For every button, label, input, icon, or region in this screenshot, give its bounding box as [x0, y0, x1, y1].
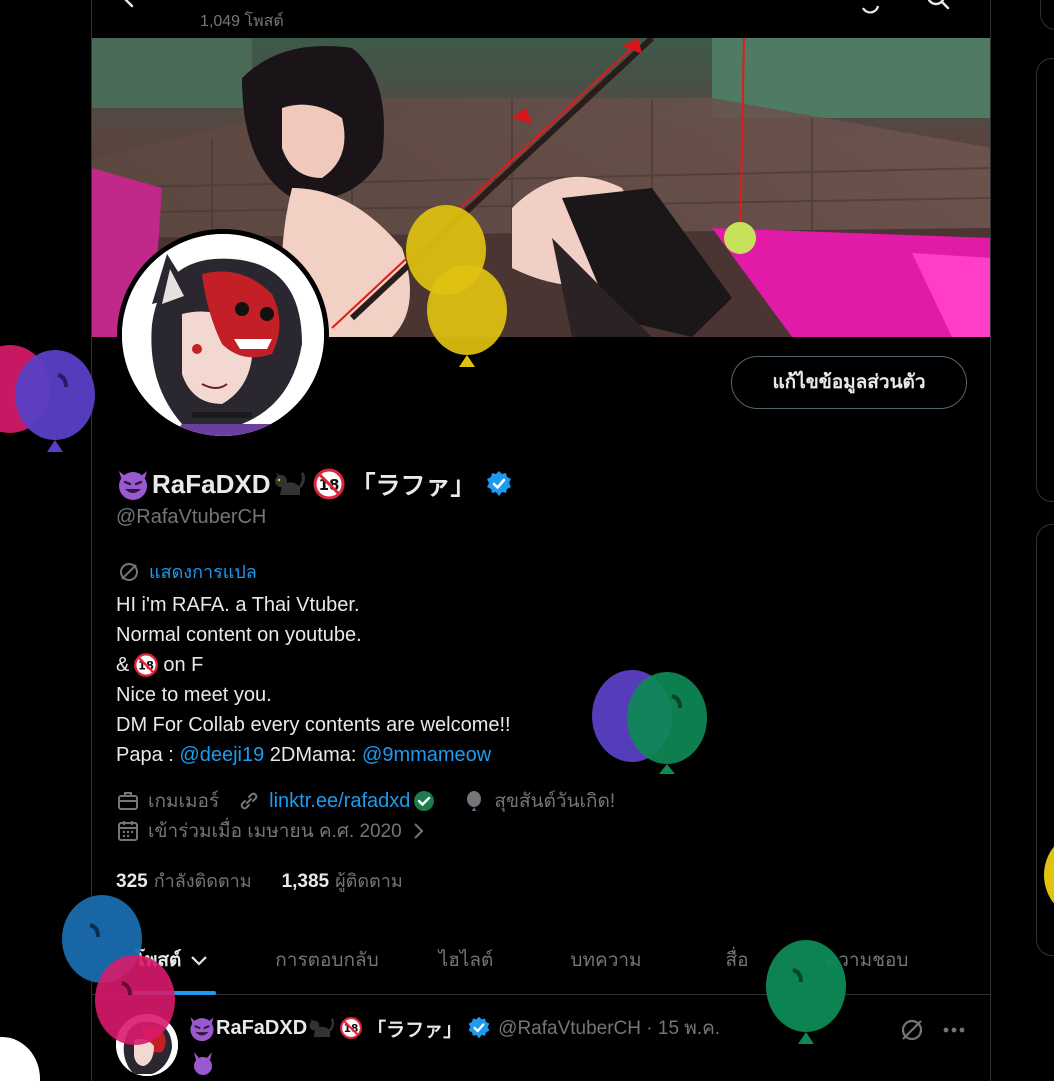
- top-bar: 1,049 โพสต์: [92, 0, 990, 38]
- posts-count: 1,049 โพสต์: [200, 13, 284, 30]
- tab-highlights[interactable]: ไฮไลต์: [402, 925, 530, 995]
- tab-label: ไฮไลต์: [438, 950, 494, 971]
- right-panel: [1036, 58, 1054, 502]
- arrow-left-icon[interactable]: [118, 0, 142, 10]
- retweet-icon[interactable]: [856, 0, 884, 16]
- avatar-image: [122, 234, 324, 436]
- smiling-devil-emoji-icon: [190, 1017, 214, 1042]
- bio-line: Normal content on youtube.: [116, 624, 362, 646]
- profile-tabs: โพสต์ การตอบกลับ ไฮไลต์ บทความ สื่อ ความ…: [92, 925, 990, 995]
- tab-label: ความชอบ: [825, 950, 909, 971]
- tab-label: สื่อ: [725, 950, 749, 971]
- check-badge-icon: [414, 791, 435, 811]
- right-panel: [1036, 524, 1054, 956]
- display-name: RaFaDXD: [152, 468, 271, 499]
- bio-text: 2DMama:: [269, 744, 357, 766]
- birthday-text: สุขสันต์วันเกิด!: [494, 791, 616, 812]
- tab-label: บทความ: [570, 950, 642, 971]
- more-icon[interactable]: [940, 1018, 968, 1042]
- bio-line: DM For Collab every contents are welcome…: [116, 714, 511, 736]
- tab-label: การตอบกลับ: [275, 950, 379, 971]
- following-count: 325: [116, 871, 148, 892]
- post-header: RaFaDXD 18 「ラファ」 @RafaVtuberCH · 15 พ.ค.: [188, 1012, 720, 1044]
- post-handle-date[interactable]: @RafaVtuberCH · 15 พ.ค.: [498, 1013, 720, 1043]
- show-translation-button[interactable]: แสดงการแปล: [118, 557, 257, 586]
- tab-replies[interactable]: การตอบกลับ: [252, 925, 402, 995]
- translate-icon: [120, 562, 138, 581]
- edit-profile-button[interactable]: แก้ไขข้อมูลส่วนตัว: [731, 356, 967, 409]
- bio-line: HI i'm RAFA. a Thai Vtuber.: [116, 594, 360, 616]
- balloon-decoration: [0, 1037, 40, 1081]
- verified-badge-icon[interactable]: [484, 469, 514, 499]
- briefcase-icon: [118, 792, 138, 810]
- black-cat-emoji-icon: [309, 1018, 335, 1038]
- bio-text: Papa :: [116, 744, 174, 766]
- post-author-name[interactable]: RaFaDXD: [216, 1017, 307, 1040]
- tab-articles[interactable]: บทความ: [530, 925, 682, 995]
- balloon-decoration: [0, 345, 95, 452]
- profile-joined[interactable]: เข้าร่วมเมื่อ เมษายน ค.ศ. 2020: [116, 816, 428, 846]
- display-name-suffix: 「ラファ」: [350, 471, 476, 500]
- tab-label: โพสต์: [134, 950, 182, 971]
- profile-name-row: RaFaDXD 18 「ラファ」: [116, 466, 514, 502]
- tab-likes[interactable]: ความชอบ: [792, 925, 942, 995]
- show-translation-label: แสดงการแปล: [149, 562, 257, 582]
- post-author-suffix: 「ラファ」: [367, 1018, 463, 1041]
- chevron-down-icon: [191, 956, 208, 966]
- bio-line: & 18 on F: [116, 650, 511, 680]
- post-avatar-image: [116, 1014, 178, 1076]
- profile-stats: 325 กำลังติดตาม 1,385 ผู้ติดตาม: [116, 866, 433, 895]
- profile-bio: HI i'm RAFA. a Thai Vtuber. Normal conte…: [116, 590, 511, 770]
- chevron-right-icon: [414, 823, 424, 839]
- followers-label: ผู้ติดตาม: [335, 871, 403, 891]
- papa-mention-link[interactable]: @deeji19: [179, 740, 264, 770]
- tab-media[interactable]: สื่อ: [682, 925, 792, 995]
- bio-text: &: [116, 654, 130, 676]
- black-cat-emoji-icon: [275, 472, 306, 495]
- joined-date: เข้าร่วมเมื่อ เมษายน ค.ศ. 2020: [148, 821, 402, 842]
- no-under-18-emoji-icon: 18: [134, 653, 159, 677]
- followers-count: 1,385: [281, 871, 330, 892]
- balloon-icon: [467, 791, 482, 811]
- no-under-18-emoji-icon: 18: [340, 1017, 363, 1039]
- bio-text: on F: [163, 654, 204, 676]
- no-under-18-emoji-icon: 18: [313, 468, 345, 500]
- smiling-devil-emoji-icon: [194, 1052, 212, 1075]
- translate-icon[interactable]: [898, 1016, 926, 1044]
- bio-line: Papa : @deeji19 2DMama: @9mmameow: [116, 740, 511, 770]
- tab-posts[interactable]: โพสต์: [92, 925, 252, 995]
- website-link[interactable]: linktr.ee/rafadxd: [269, 790, 410, 813]
- bio-line: Nice to meet you.: [116, 684, 272, 706]
- profile-column: 1,049 โพสต์ แก้ไขข้อมูลส่วนตัว RaFaDXD 「…: [91, 0, 991, 1081]
- calendar-icon: [118, 821, 138, 841]
- followers-link[interactable]: 1,385 ผู้ติดตาม: [282, 866, 403, 895]
- smiling-devil-emoji-icon: [119, 471, 147, 500]
- profile-handle: @RafaVtuberCH: [116, 506, 267, 528]
- profile-meta: เกมเมอร์ linktr.ee/rafadxd สุขสันต์วันเก…: [116, 786, 615, 816]
- mama-mention-link[interactable]: @9mmameow: [362, 740, 491, 770]
- active-tab-indicator: [128, 991, 216, 995]
- post-item[interactable]: RaFaDXD 18 「ラファ」 @RafaVtuberCH · 15 พ.ค.: [92, 996, 990, 1081]
- following-link[interactable]: 325 กำลังติดตาม: [116, 866, 252, 895]
- profile-avatar[interactable]: [117, 229, 329, 441]
- following-label: กำลังติดตาม: [153, 871, 252, 891]
- right-panel: [1040, 0, 1054, 30]
- search-icon[interactable]: [924, 0, 952, 16]
- profile-category: เกมเมอร์: [148, 791, 220, 812]
- post-avatar[interactable]: [116, 1014, 178, 1076]
- verified-badge-icon: [468, 1016, 490, 1039]
- link-icon: [240, 792, 258, 810]
